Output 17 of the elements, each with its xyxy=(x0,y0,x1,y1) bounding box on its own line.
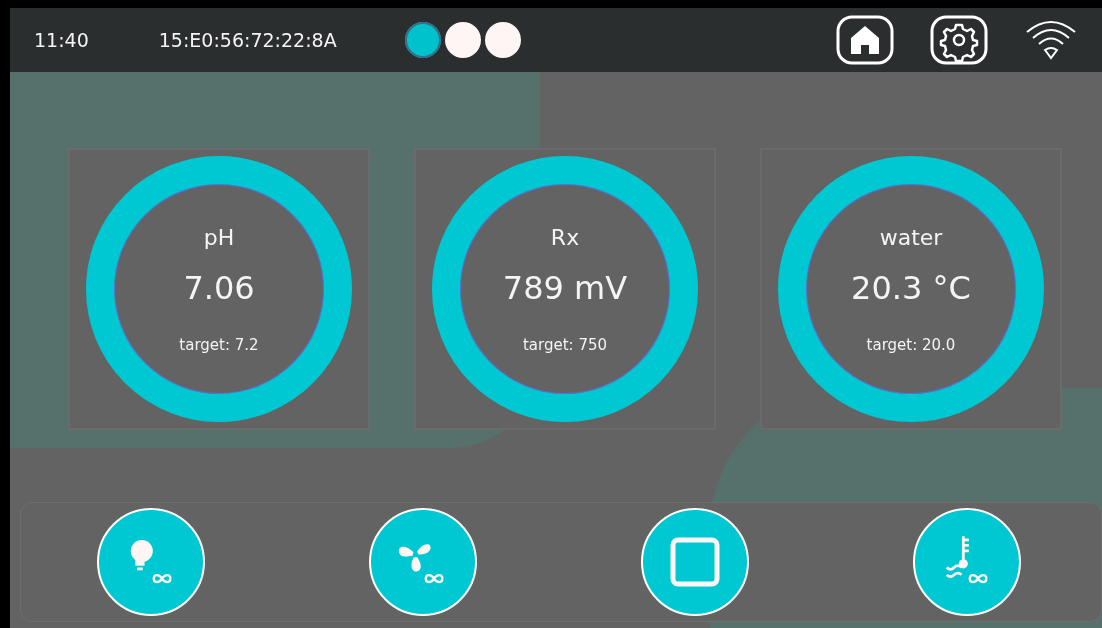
settings-icon[interactable] xyxy=(930,15,988,65)
target-text: target: 20.0 xyxy=(866,335,956,357)
target-text: target: 7.2 xyxy=(179,335,259,357)
wifi-icon xyxy=(1024,18,1078,62)
page-indicator-dot[interactable] xyxy=(404,22,441,58)
page-indicator-dot[interactable] xyxy=(444,22,481,58)
gauge-label: water xyxy=(879,224,943,253)
gauge-value: 789 mV xyxy=(502,268,628,310)
gauge-value: 7.06 xyxy=(183,268,255,310)
device-address: 15:E0:56:72:22:8A xyxy=(158,27,337,53)
clock-time: 11:40 xyxy=(34,27,89,53)
gauge-value: 20.3 °C xyxy=(851,268,971,310)
home-icon[interactable] xyxy=(836,15,894,65)
page-indicator-dot[interactable] xyxy=(484,22,521,58)
target-text: target: 750 xyxy=(522,335,608,357)
gauge-label: pH xyxy=(203,224,235,253)
gauge-label: Rx xyxy=(550,224,580,253)
